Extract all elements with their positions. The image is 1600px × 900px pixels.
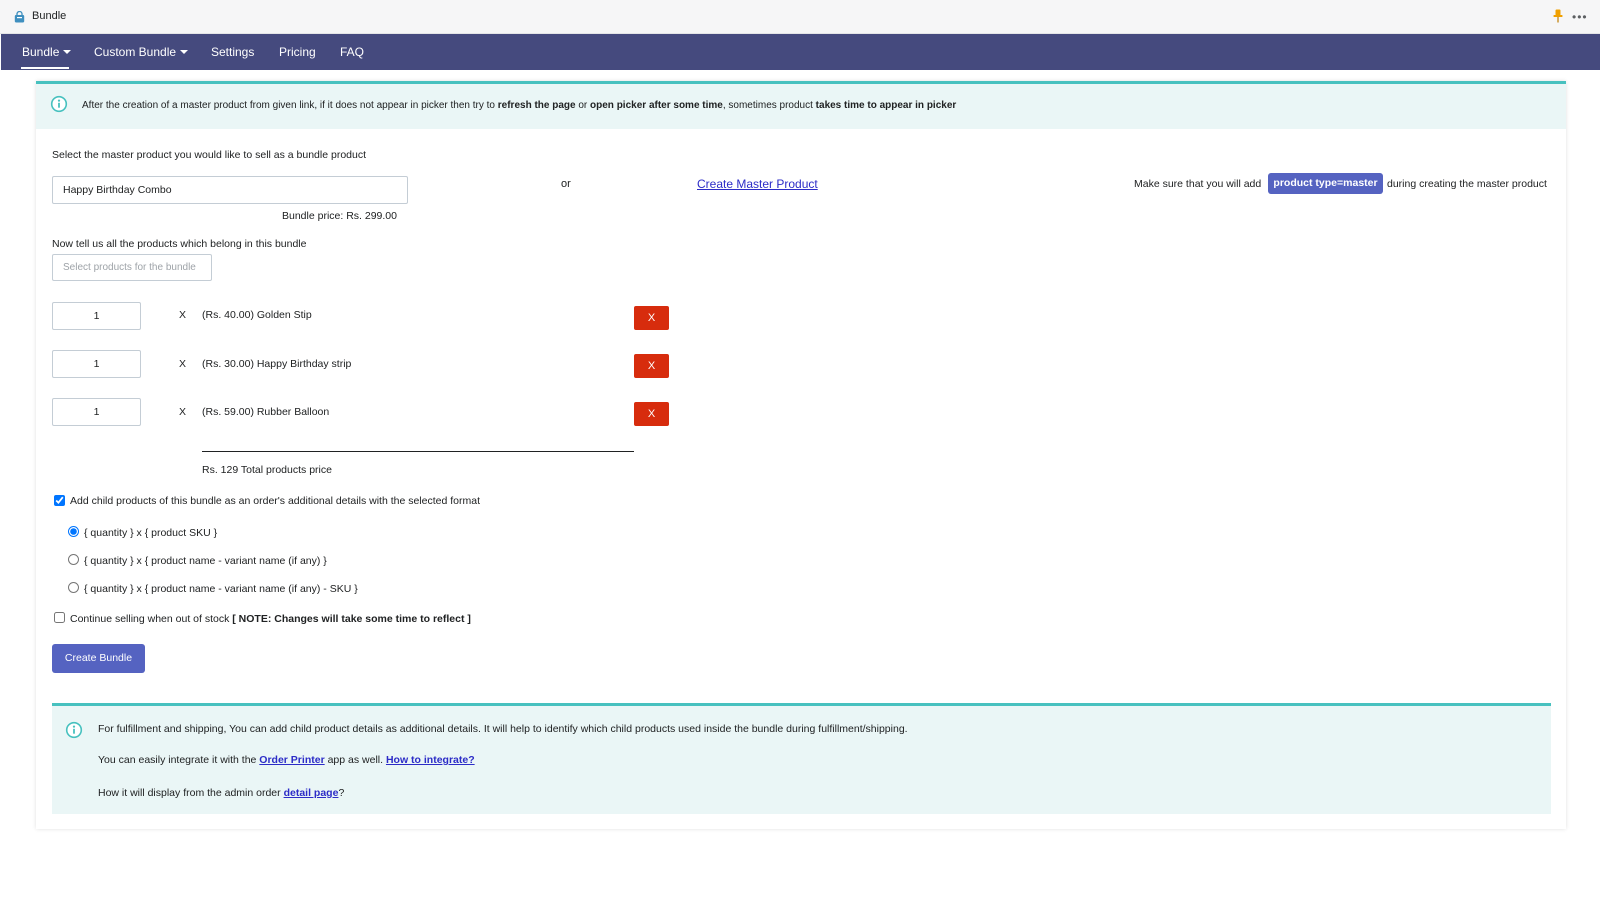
caret-down-icon [63,49,72,54]
fulfillment-text: app as well. [324,754,386,766]
fulfillment-text: ? [338,787,345,799]
nav-bundle[interactable]: Bundle [22,45,72,59]
picker-info-banner: After the creation of a master product f… [36,81,1566,129]
continue-selling-label: Continue selling when out of stock [ NOT… [70,613,471,625]
info-icon [50,95,68,113]
times-symbol: X [179,406,187,418]
products-label: Now tell us all the products which belon… [52,238,307,250]
product-type-badge: product type=master [1268,173,1383,194]
total-divider [202,451,634,452]
shopping-bag-icon [14,11,25,23]
create-master-product-link[interactable]: Create Master Product [697,177,818,191]
info-icon [65,721,83,739]
how-to-integrate-link[interactable]: How to integrate? [386,754,475,766]
fulfillment-text: How it will display from the admin order [98,787,284,799]
format-label-name-variant-sku: { quantity } x { product name - variant … [84,583,358,595]
order-printer-link[interactable]: Order Printer [259,754,324,766]
picker-info-text: After the creation of a master product f… [82,100,956,111]
fulfillment-line-1: For fulfillment and shipping, You can ad… [98,723,908,735]
master-note-text-after: during creating the master product [1387,178,1547,190]
info-bold-open-picker: open picker after some time [590,100,723,111]
main-nav: Bundle Custom Bundle Settings Pricing FA… [1,34,1600,70]
fulfillment-line-3: How it will display from the admin order… [98,787,344,799]
master-note-text: Make sure that you will add [1134,178,1262,190]
nav-custom-bundle-label: Custom Bundle [94,45,177,59]
remove-product-button[interactable]: X [634,354,669,378]
master-product-label: Select the master product you would like… [52,149,367,161]
products-search-input[interactable] [52,254,212,281]
add-child-products-label: Add child products of this bundle as an … [70,495,480,507]
format-label-name-variant: { quantity } x { product name - variant … [84,555,327,567]
quantity-input[interactable] [52,350,141,378]
quantity-input[interactable] [52,398,141,426]
format-radio-name-variant[interactable] [68,554,79,565]
title-bar: Bundle ••• [0,0,1600,34]
info-text-part: or [575,100,591,111]
continue-selling-checkbox[interactable] [54,612,65,623]
detail-page-link[interactable]: detail page [284,787,339,799]
bundle-price: Bundle price: Rs. 299.00 [282,210,397,222]
app-title: Bundle [32,10,67,22]
nav-bundle-label: Bundle [22,45,60,59]
caret-down-icon [180,49,189,54]
format-label-sku: { quantity } x { product SKU } [84,527,218,539]
times-symbol: X [179,309,187,321]
product-item-name: (Rs. 59.00) Rubber Balloon [202,406,330,418]
quantity-input[interactable] [52,302,141,330]
master-product-input[interactable] [52,176,408,204]
nav-pricing[interactable]: Pricing [279,45,316,59]
nav-custom-bundle[interactable]: Custom Bundle [94,45,189,59]
continue-selling-text: Continue selling when out of stock [70,613,233,625]
more-options-icon[interactable]: ••• [1572,10,1588,24]
continue-selling-note: [ NOTE: Changes will take some time to r… [232,613,471,625]
remove-product-button[interactable]: X [634,402,669,426]
info-text-part: , sometimes product [722,100,816,111]
product-item-name: (Rs. 30.00) Happy Birthday strip [202,358,352,370]
fulfillment-line-2: You can easily integrate it with the Ord… [98,754,475,766]
fulfillment-text: You can easily integrate it with the [98,754,260,766]
pin-icon[interactable] [1553,9,1563,23]
add-child-products-checkbox[interactable] [54,495,65,506]
remove-product-button[interactable]: X [634,306,669,330]
product-item-name: (Rs. 40.00) Golden Stip [202,309,312,321]
info-bold-takes-time: takes time to appear in picker [815,100,957,111]
active-tab-indicator [21,67,69,69]
info-text-part: After the creation of a master product f… [82,100,498,111]
create-bundle-button[interactable]: Create Bundle [52,644,145,673]
nav-faq[interactable]: FAQ [340,45,364,59]
nav-settings[interactable]: Settings [211,45,254,59]
format-radio-name-variant-sku[interactable] [68,582,79,593]
info-bold-refresh: refresh the page [497,100,576,111]
total-products-price: Rs. 129 Total products price [202,464,332,476]
times-symbol: X [179,358,187,370]
format-radio-sku[interactable] [68,526,79,537]
or-separator: or [561,178,571,190]
